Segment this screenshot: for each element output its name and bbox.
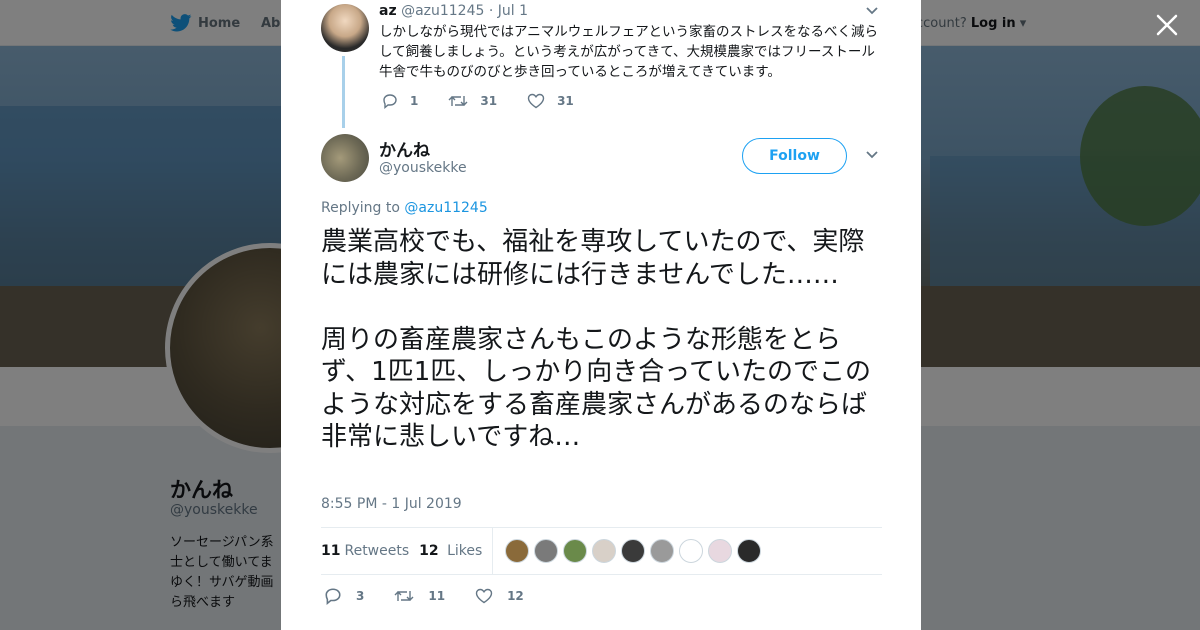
liker-avatars [505,539,762,563]
tweet-modal: az @azu11245 · Jul 1 しかしながら現代ではアニマルウェルフェ… [281,0,921,630]
chevron-down-icon[interactable] [865,6,879,16]
parent-date[interactable]: · Jul 1 [489,3,528,19]
liker-avatar[interactable] [534,539,559,563]
liker-avatar[interactable] [650,539,675,563]
retweet-stat-count: 11 [321,543,341,559]
liker-avatar[interactable] [679,539,704,563]
liker-avatar[interactable] [708,539,733,563]
tweet-author-handle[interactable]: @youskekke [379,160,467,176]
replying-to-link[interactable]: @azu11245 [404,200,487,216]
like-stat-label: Likes [447,543,483,559]
follow-button[interactable]: Follow [742,138,847,174]
parent-text: しかしながら現代ではアニマルウェルフェアという家畜のストレスをなるべく減らして飼… [379,24,878,80]
retweet-count: 11 [428,589,446,603]
liker-avatar[interactable] [592,539,617,563]
tweet-stats: 11 Retweets 12 Likes [321,527,882,575]
like-stat-count: 12 [419,543,439,559]
retweet-stat-label: Retweets [344,543,410,559]
replying-to: Replying to @azu11245 [321,200,488,216]
close-icon[interactable] [1154,12,1180,38]
thread-connector [342,56,345,128]
reply-icon [383,94,397,109]
retweet-button[interactable]: 11 [394,588,445,604]
parent-retweet-count: 31 [480,94,498,108]
liker-avatar[interactable] [505,539,530,563]
parent-handle[interactable]: @azu11245 [401,3,484,19]
parent-name[interactable]: az [379,3,397,19]
tweet-actions: 3 11 12 [324,587,554,605]
parent-reply-button[interactable]: 1 [382,93,418,109]
parent-like-count: 31 [557,94,574,108]
retweet-icon [394,591,414,601]
reply-icon [325,588,341,605]
tweet-author-name[interactable]: かんね [379,136,430,161]
reply-count: 3 [356,589,365,603]
liker-avatar[interactable] [563,539,588,563]
reply-button[interactable]: 3 [324,587,364,605]
parent-like-button[interactable]: 31 [527,93,574,109]
retweet-stat[interactable]: 11 Retweets [321,543,409,559]
tweet-timestamp[interactable]: 8:55 PM - 1 Jul 2019 [321,496,462,512]
replying-prefix: Replying to [321,200,400,216]
like-stat[interactable]: 12 Likes [419,527,494,575]
liker-avatar[interactable] [737,539,762,563]
liker-avatar[interactable] [621,539,646,563]
heart-icon [527,93,545,109]
parent-avatar[interactable] [321,4,369,52]
chevron-down-icon[interactable] [865,150,879,160]
like-count: 12 [507,589,524,603]
parent-header: az @azu11245 · Jul 1 [379,3,528,19]
like-button[interactable]: 12 [475,588,524,604]
tweet-avatar[interactable] [321,134,369,182]
parent-actions: 1 31 31 [382,93,604,109]
tweet-text: 農業高校でも、福祉を専攻していたので、実際には農家には研修には行きませんでした…… [321,227,871,452]
parent-retweet-button[interactable]: 31 [448,93,497,109]
retweet-icon [448,96,468,106]
heart-icon [475,588,493,604]
parent-reply-count: 1 [410,94,419,108]
